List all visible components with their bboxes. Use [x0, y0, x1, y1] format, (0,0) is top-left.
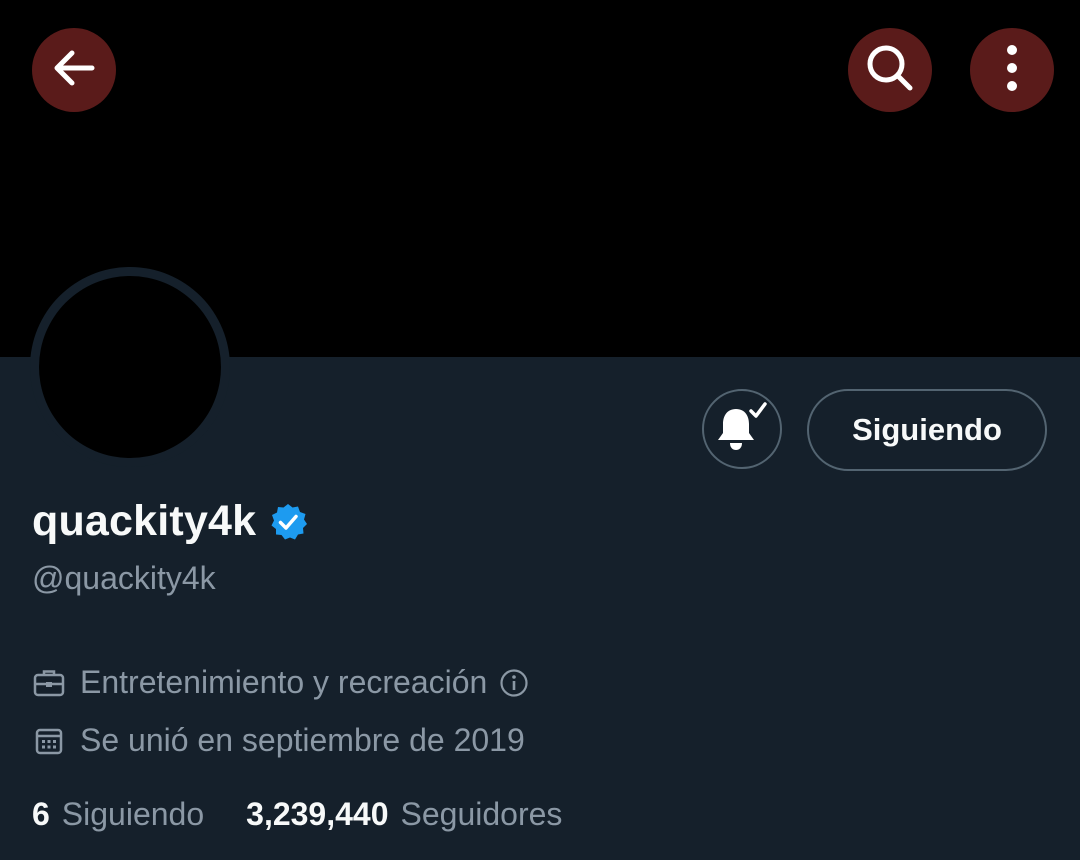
avatar[interactable] — [30, 267, 230, 467]
display-name-row: quackity4k — [32, 497, 308, 546]
joined-text: Se unió en septiembre de 2019 — [80, 722, 525, 758]
more-vertical-icon — [1002, 43, 1022, 98]
following-count: 6 — [32, 796, 50, 832]
follow-stats: 6 Siguiendo 3,239,440 Seguidores — [32, 796, 604, 833]
back-button[interactable] — [32, 28, 116, 112]
search-icon — [864, 42, 916, 99]
bell-check-icon — [714, 401, 770, 458]
following-button[interactable]: Siguiendo — [807, 389, 1047, 471]
display-name: quackity4k — [32, 497, 257, 545]
profile-page: Siguiendo quackity4k @quackity4k Entrete… — [0, 0, 1080, 860]
category-text: Entretenimiento y recreación — [80, 664, 488, 700]
profile-joined-date: Se unió en septiembre de 2019 — [32, 722, 525, 759]
verified-badge-icon[interactable] — [268, 502, 308, 542]
following-stat[interactable]: 6 Siguiendo — [32, 796, 204, 833]
briefcase-icon — [32, 666, 66, 700]
info-icon[interactable] — [499, 668, 529, 698]
following-button-label: Siguiendo — [852, 412, 1002, 447]
avatar-image — [39, 276, 221, 458]
followers-label: Seguidores — [400, 796, 563, 832]
search-button[interactable] — [848, 28, 932, 112]
notifications-button[interactable] — [702, 389, 782, 469]
followers-stat[interactable]: 3,239,440 Seguidores — [246, 796, 562, 833]
following-label: Siguiendo — [61, 796, 205, 832]
profile-category: Entretenimiento y recreación — [32, 664, 529, 701]
more-options-button[interactable] — [970, 28, 1054, 112]
user-handle: @quackity4k — [32, 560, 216, 596]
arrow-left-icon — [50, 44, 98, 97]
calendar-icon — [32, 724, 66, 758]
followers-count: 3,239,440 — [246, 796, 389, 832]
